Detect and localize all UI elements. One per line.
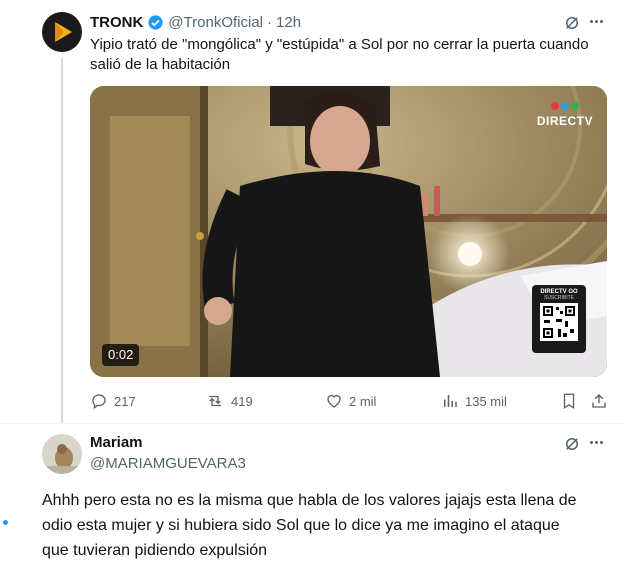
grok-icon[interactable]	[563, 14, 581, 32]
reply-author-name[interactable]: Mariam	[90, 434, 143, 451]
tronk-logo-icon	[55, 22, 72, 42]
tweet-header: TRONK @TronkOficial · 12h	[90, 12, 301, 32]
more-icon[interactable]	[589, 20, 604, 23]
time-separator: ·	[267, 13, 273, 31]
qr-code-icon	[540, 303, 578, 341]
more-icon[interactable]	[589, 441, 604, 444]
avatar-image	[42, 434, 82, 474]
thread-line	[61, 58, 63, 423]
reply-text: Ahhh pero esta no es la misma que habla …	[42, 492, 577, 559]
verified-badge-icon	[147, 14, 164, 31]
channel-logo-text: DIRECTV	[536, 114, 593, 128]
mariam-avatar[interactable]	[42, 434, 82, 474]
share-icon[interactable]	[590, 392, 608, 410]
divider	[0, 423, 624, 424]
repost-button[interactable]: 419	[205, 392, 253, 410]
like-count: 2 mil	[349, 393, 377, 409]
video-duration-badge: 0:02	[102, 344, 140, 366]
views-icon	[444, 395, 457, 407]
directv-logo: DIRECTV	[537, 102, 593, 130]
author-handle[interactable]: @TronkOficial	[168, 14, 263, 31]
views-count: 135 mil	[465, 393, 507, 409]
qr-promo: DIRECTV GO SUSCRIBITE	[532, 285, 586, 353]
reply-icon	[92, 394, 106, 410]
repost-count: 419	[231, 393, 253, 409]
views-button[interactable]: 135 mil	[441, 392, 507, 410]
like-icon	[327, 394, 341, 408]
like-button[interactable]: 2 mil	[325, 392, 376, 410]
video-frame	[90, 86, 607, 377]
grok-icon[interactable]	[563, 435, 581, 453]
video-duration: 0:02	[108, 347, 134, 362]
unread-indicator	[3, 520, 8, 525]
qr-caption: SUSCRIBITE	[543, 295, 574, 301]
reply-count: 217	[114, 393, 136, 409]
reply-button[interactable]: 217	[90, 392, 136, 410]
repost-icon	[209, 395, 221, 407]
tweet-text: Yipio trató de "mongólica" y "estúpida" …	[90, 36, 589, 73]
video-player[interactable]: DIRECTV DIRECTV GO SUSCRIBITE 0:02	[90, 86, 607, 377]
author-name[interactable]: TRONK	[90, 14, 143, 31]
bookmark-icon[interactable]	[560, 392, 578, 410]
tronk-avatar[interactable]	[42, 12, 82, 52]
tweet-time[interactable]: 12h	[276, 14, 301, 31]
reply-author-handle[interactable]: @MARIAMGUEVARA3	[90, 455, 246, 472]
